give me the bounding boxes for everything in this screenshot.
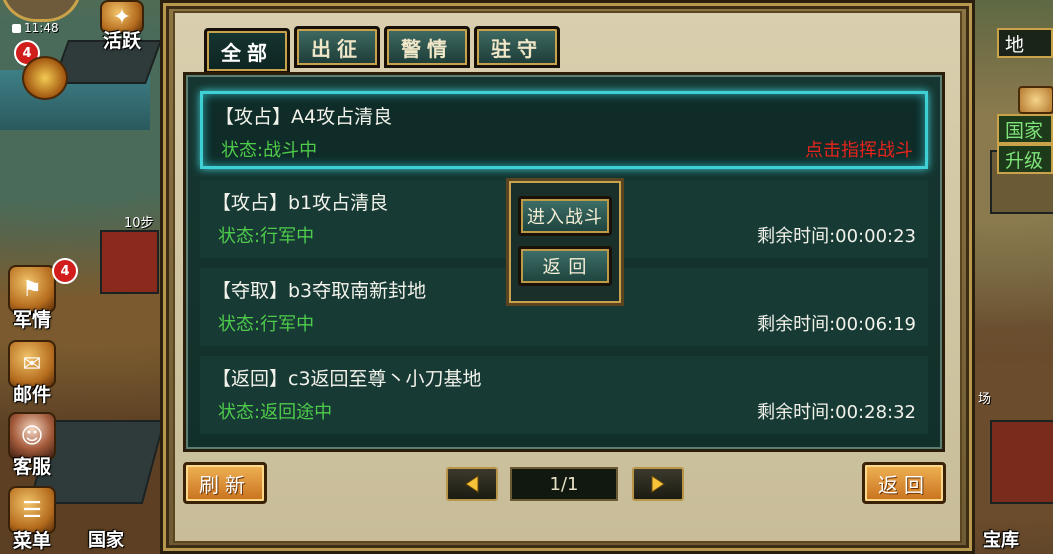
land-tab[interactable]: 地: [997, 28, 1053, 58]
service-label: 客服: [12, 456, 51, 478]
mission-row[interactable]: 【攻占】A4攻占清良 状态:战斗中 点击指挥战斗: [200, 91, 928, 169]
remaining-time: 剩余时间:00:06:19: [757, 314, 916, 335]
land-label: 地: [1005, 33, 1025, 56]
upgrade-tile[interactable]: 升级: [997, 144, 1053, 174]
building-roof: [990, 420, 1053, 504]
refresh-label: 刷新: [199, 472, 251, 497]
menu-button[interactable]: ☰ 菜单: [8, 486, 56, 553]
enter-battle-button[interactable]: 进入战斗: [518, 196, 612, 236]
mail-label: 邮件: [12, 384, 51, 406]
remaining-time: 剩余时间:00:00:23: [757, 226, 916, 247]
tab-garrison-label: 驻守: [491, 36, 543, 61]
mission-title: 【攻占】b1攻占清良: [212, 192, 389, 214]
mission-status: 状态:行军中: [218, 314, 315, 335]
step-label: 10步: [124, 216, 154, 231]
country-button[interactable]: 国家: [88, 526, 124, 552]
country-tile-label: 国家: [1005, 119, 1044, 142]
junqing-label: 军情: [12, 309, 51, 331]
scroll-icon[interactable]: [1018, 86, 1053, 114]
menu-label: 菜单: [12, 530, 51, 552]
command-battle-link[interactable]: 点击指挥战斗: [805, 136, 913, 162]
mission-row[interactable]: 【返回】c3返回至尊丶小刀基地 状态:返回途中 剩余时间:00:28:32: [200, 356, 928, 434]
next-page-button[interactable]: [632, 467, 684, 501]
mission-title: 【攻占】A4攻占清良: [215, 106, 393, 128]
page-number: 1/1: [549, 473, 579, 495]
country-tile[interactable]: 国家: [997, 114, 1053, 144]
clock: 11:48: [12, 21, 59, 35]
building-roof: [100, 230, 159, 294]
field-label: 场: [978, 392, 992, 407]
refresh-button[interactable]: 刷新: [183, 462, 267, 504]
page-indicator: 1/1: [510, 467, 618, 501]
dialog-back-label: 返回: [878, 472, 930, 497]
mission-status: 状态:战斗中: [221, 140, 318, 161]
mission-status: 状态:返回途中: [218, 402, 333, 423]
mission-status: 状态:行军中: [218, 226, 315, 247]
mission-title: 【返回】c3返回至尊丶小刀基地: [212, 368, 482, 390]
customer-service-button[interactable]: ☺ 客服: [8, 412, 56, 479]
tab-garrison[interactable]: 驻守: [474, 26, 560, 68]
tab-alert-label: 警情: [401, 36, 453, 61]
remaining-time: 剩余时间:00:28:32: [757, 402, 916, 423]
huoyue-button[interactable]: ✦ 活跃: [100, 0, 144, 53]
popup-back-button[interactable]: 返 回: [518, 246, 612, 286]
treasury-button[interactable]: 宝库: [983, 526, 1019, 552]
huoyue-label: 活跃: [102, 30, 141, 52]
event-icon[interactable]: [22, 56, 68, 100]
tab-expedition[interactable]: 出征: [294, 26, 380, 68]
time-text: 11:48: [24, 21, 59, 35]
mail-button[interactable]: ✉ 邮件: [8, 340, 56, 407]
dialog-back-button[interactable]: 返回: [862, 462, 946, 504]
mission-title: 【夺取】b3夺取南新封地: [212, 280, 427, 302]
upgrade-tile-label: 升级: [1005, 149, 1044, 172]
prev-page-button[interactable]: [446, 467, 498, 501]
junqing-badge: 4: [52, 258, 78, 284]
clock-icon: [12, 23, 21, 33]
tab-all-label: 全部: [221, 40, 273, 65]
junqing-button[interactable]: ⚑ 军情: [8, 265, 56, 332]
tab-expedition-label: 出征: [311, 36, 363, 61]
tab-all[interactable]: 全部: [204, 28, 290, 74]
arrow-right-icon: [651, 475, 665, 493]
tab-alert[interactable]: 警情: [384, 26, 470, 68]
arrow-left-icon: [465, 475, 479, 493]
